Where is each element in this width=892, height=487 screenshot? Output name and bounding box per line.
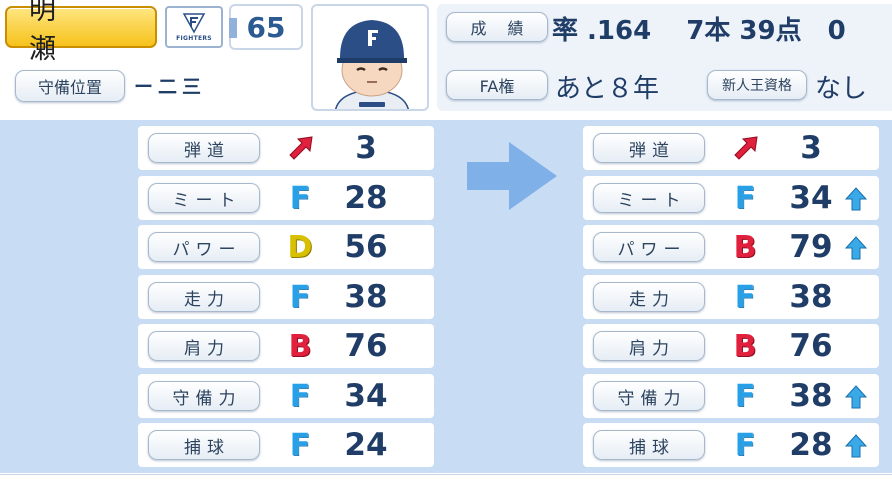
ability-label: 走力 bbox=[593, 282, 705, 312]
up-arrow-icon bbox=[845, 236, 867, 260]
record-value: 率 .164 7本 39点 0 bbox=[552, 16, 846, 46]
ability-value: 79 bbox=[789, 229, 833, 265]
ability-row: 捕球 F 28 bbox=[583, 423, 879, 467]
ability-row: 弾道 3 bbox=[138, 126, 434, 170]
player-avatar-icon bbox=[335, 20, 409, 109]
arrow-right-icon bbox=[467, 142, 557, 210]
ability-label: ミート bbox=[593, 183, 705, 213]
ability-value: 3 bbox=[355, 130, 377, 166]
ability-value: 34 bbox=[344, 378, 388, 414]
trajectory-arrow-icon bbox=[289, 136, 313, 160]
ability-row: パワー B 79 bbox=[583, 225, 879, 269]
ability-rank: F bbox=[734, 428, 756, 463]
fa-label: FA権 bbox=[446, 70, 548, 100]
ability-rank: F bbox=[289, 379, 311, 414]
fa-value: あと８年 bbox=[555, 74, 660, 104]
team-f-logo-icon bbox=[182, 13, 206, 34]
ability-rank: B bbox=[733, 329, 757, 364]
up-arrow-icon bbox=[845, 434, 867, 458]
rookie-eligibility-label: 新人王資格 bbox=[707, 70, 807, 100]
player-avatar bbox=[311, 4, 429, 111]
player-name: 明 瀬 bbox=[29, 0, 78, 65]
ability-label: 守備力 bbox=[593, 381, 705, 411]
ability-label: 守備力 bbox=[148, 381, 260, 411]
ability-label: 肩力 bbox=[593, 331, 705, 361]
ability-row: 肩力 B 76 bbox=[138, 324, 434, 368]
ability-rank: B bbox=[733, 230, 757, 265]
team-logo: FIGHTERS bbox=[165, 6, 223, 48]
ability-value: 76 bbox=[344, 328, 388, 364]
ability-label: 捕球 bbox=[148, 430, 260, 460]
ability-row: ミート F 28 bbox=[138, 176, 434, 220]
ability-label: 走力 bbox=[148, 282, 260, 312]
ability-rank: F bbox=[289, 181, 311, 216]
ability-value: 24 bbox=[344, 427, 388, 463]
ability-label: 肩力 bbox=[148, 331, 260, 361]
ability-row: パワー D 56 bbox=[138, 225, 434, 269]
trajectory-arrow-icon bbox=[734, 136, 758, 160]
ability-label: ミート bbox=[148, 183, 260, 213]
rookie-eligibility-value: なし bbox=[815, 74, 868, 104]
ability-value: 38 bbox=[344, 279, 388, 315]
ability-label: 弾道 bbox=[593, 133, 705, 163]
ability-row: 捕球 F 24 bbox=[138, 423, 434, 467]
ability-value: 28 bbox=[789, 427, 833, 463]
up-arrow-icon bbox=[845, 385, 867, 409]
ability-rank: F bbox=[289, 280, 311, 315]
ability-row: ミート F 34 bbox=[583, 176, 879, 220]
ability-row: 弾道 3 bbox=[583, 126, 879, 170]
ability-label: 弾道 bbox=[148, 133, 260, 163]
ability-label: パワー bbox=[148, 232, 260, 262]
ability-value: 34 bbox=[789, 180, 833, 216]
ability-value: 28 bbox=[344, 180, 388, 216]
uniform-number: 65 bbox=[229, 4, 303, 50]
ability-value: 38 bbox=[789, 378, 833, 414]
position-value: ー二三 bbox=[134, 76, 207, 98]
up-arrow-icon bbox=[845, 187, 867, 211]
ability-value: 76 bbox=[789, 328, 833, 364]
ability-row: 守備力 F 34 bbox=[138, 374, 434, 418]
ability-rank: F bbox=[734, 379, 756, 414]
ability-row: 走力 F 38 bbox=[583, 275, 879, 319]
position-label: 守備位置 bbox=[15, 70, 125, 102]
ability-row: 肩力 B 76 bbox=[583, 324, 879, 368]
ability-rank: F bbox=[734, 181, 756, 216]
ability-rank: D bbox=[287, 230, 313, 265]
ability-rank: F bbox=[734, 280, 756, 315]
ability-value: 56 bbox=[344, 229, 388, 265]
ability-row: 守備力 F 38 bbox=[583, 374, 879, 418]
bottom-strip bbox=[0, 474, 892, 487]
player-name-plate: 明 瀬 bbox=[5, 0, 157, 65]
ability-rank: B bbox=[288, 329, 312, 364]
ability-value: 3 bbox=[800, 130, 822, 166]
uniform-number-value: 65 bbox=[246, 10, 286, 44]
ability-value: 38 bbox=[789, 279, 833, 315]
ability-label: パワー bbox=[593, 232, 705, 262]
record-label: 成 績 bbox=[446, 12, 548, 42]
ability-rank: F bbox=[289, 428, 311, 463]
ability-row: 走力 F 38 bbox=[138, 275, 434, 319]
ability-label: 捕球 bbox=[593, 430, 705, 460]
team-name: FIGHTERS bbox=[176, 35, 212, 42]
